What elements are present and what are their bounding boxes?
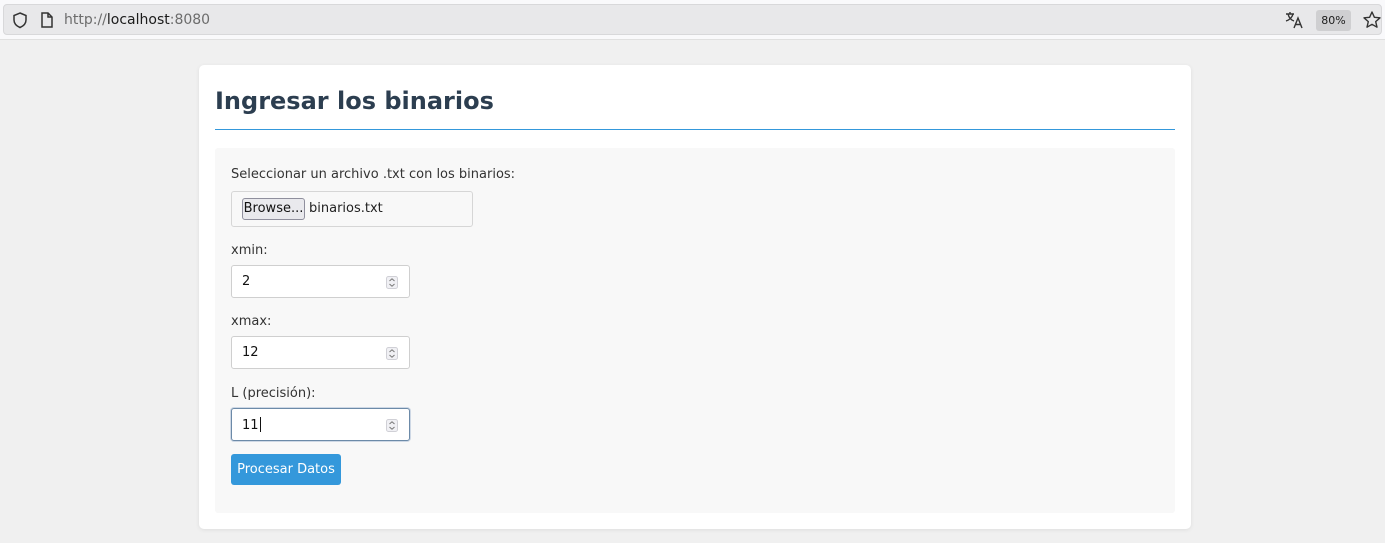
- url-protocol: http://: [64, 12, 107, 28]
- l-precision-input[interactable]: 11: [231, 408, 410, 441]
- xmax-value: 12: [242, 345, 259, 360]
- xmin-value: 2: [242, 274, 251, 289]
- page-title: Ingresar los binarios: [215, 87, 494, 115]
- browse-button[interactable]: Browse...: [242, 198, 305, 220]
- shield-icon[interactable]: [11, 11, 29, 29]
- address-bar[interactable]: http://localhost:8080 80%: [3, 4, 1382, 35]
- l-precision-label: L (precisión):: [231, 386, 316, 401]
- form-card: Ingresar los binarios Seleccionar un arc…: [199, 65, 1191, 529]
- xmax-input[interactable]: 12: [231, 336, 410, 369]
- l-precision-value-wrap: 11: [242, 417, 261, 434]
- bookmark-star-icon[interactable]: [1362, 10, 1382, 30]
- spinner-arrows-icon[interactable]: [386, 419, 398, 432]
- xmin-input[interactable]: 2: [231, 265, 410, 298]
- zoom-level-button[interactable]: 80%: [1316, 10, 1351, 31]
- url-host: localhost: [106, 12, 170, 28]
- page-icon: [41, 12, 53, 28]
- selected-file-name: binarios.txt: [309, 201, 383, 216]
- process-data-button[interactable]: Procesar Datos: [231, 454, 341, 485]
- translate-icon[interactable]: [1284, 10, 1304, 30]
- text-caret: [259, 417, 261, 432]
- l-precision-value: 11: [242, 418, 259, 433]
- xmax-label: xmax:: [231, 314, 272, 329]
- browser-toolbar: http://localhost:8080 80%: [0, 0, 1385, 40]
- file-input[interactable]: Browse... binarios.txt: [231, 191, 473, 227]
- spinner-arrows-icon[interactable]: [386, 347, 398, 360]
- title-divider: [215, 129, 1175, 130]
- upload-form: Seleccionar un archivo .txt con los bina…: [215, 148, 1175, 513]
- url-text[interactable]: http://localhost:8080: [64, 11, 210, 29]
- spinner-arrows-icon[interactable]: [386, 276, 398, 289]
- url-port: :8080: [169, 12, 211, 28]
- xmin-label: xmin:: [231, 243, 268, 258]
- file-label: Seleccionar un archivo .txt con los bina…: [231, 167, 516, 182]
